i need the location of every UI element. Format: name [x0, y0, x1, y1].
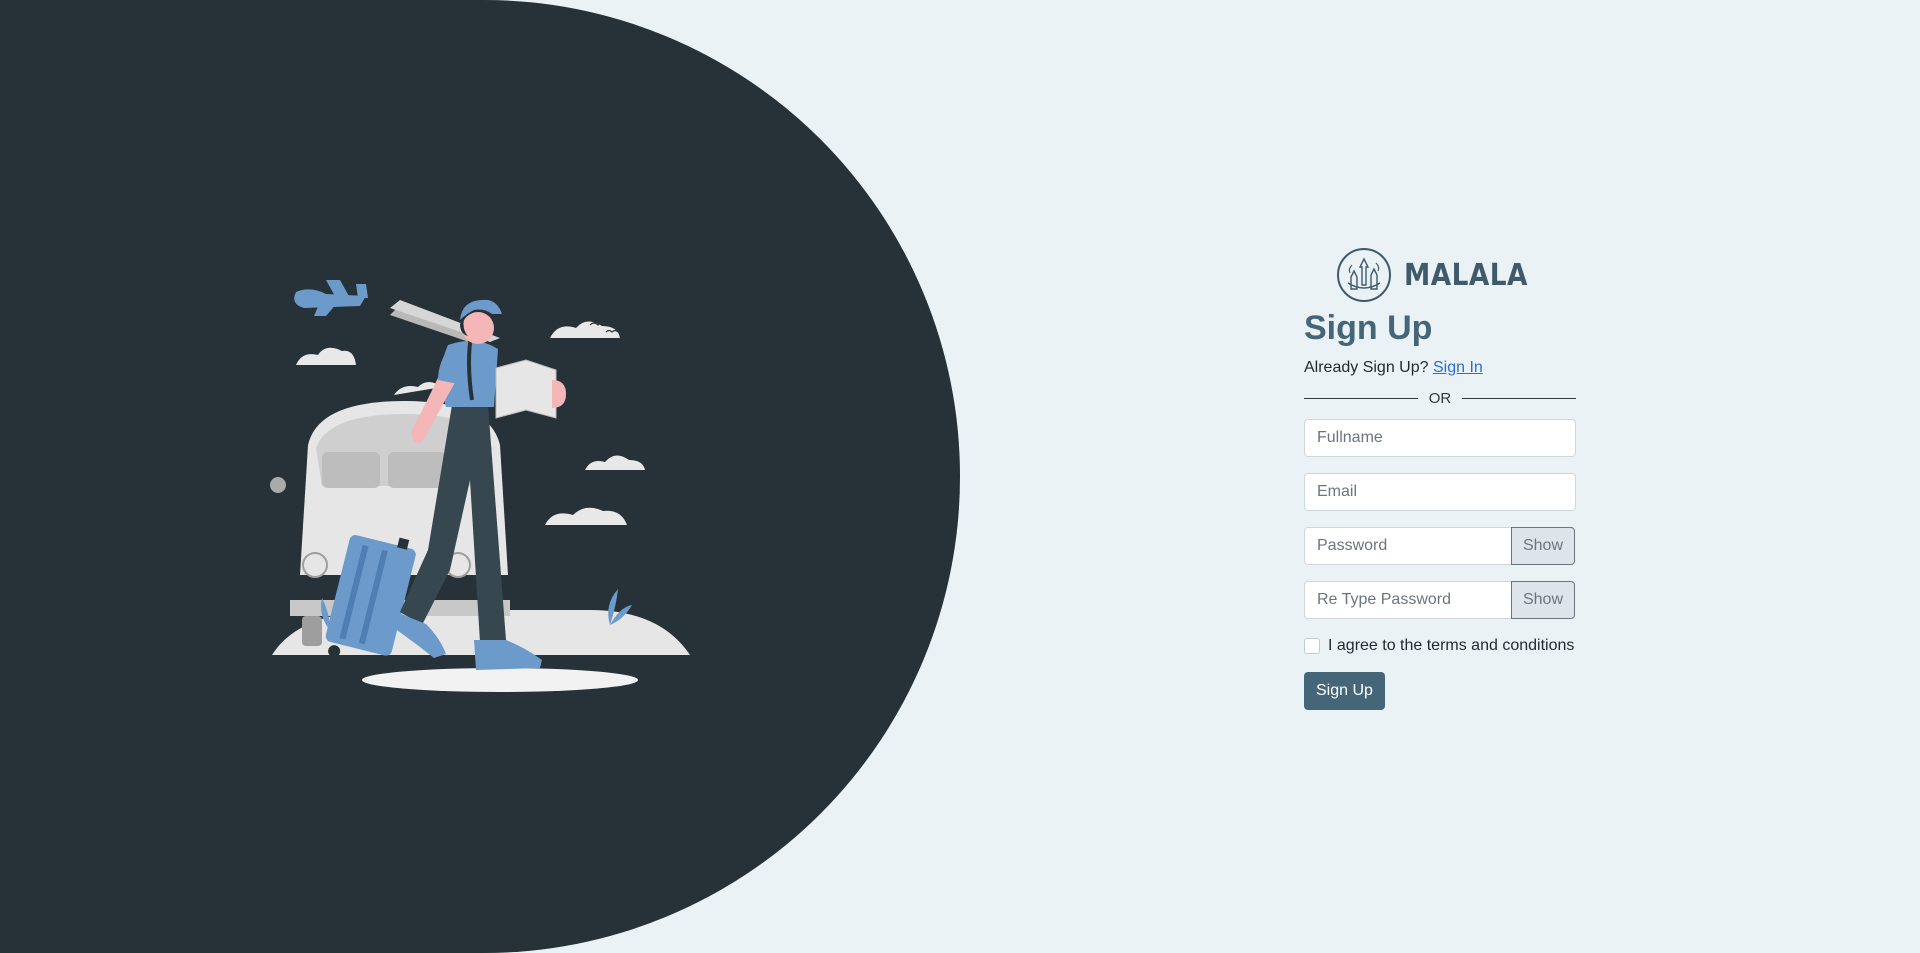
- signup-form: MALALA Sign Up Already Sign Up? Sign In …: [1304, 246, 1576, 710]
- email-input[interactable]: [1304, 473, 1576, 511]
- signup-page: MALALA Sign Up Already Sign Up? Sign In …: [0, 0, 1920, 953]
- signup-submit-button[interactable]: Sign Up: [1304, 672, 1385, 710]
- divider-line-left: [1304, 397, 1418, 399]
- illustration-panel: [0, 0, 960, 953]
- brand-name: MALALA: [1403, 257, 1528, 293]
- already-signup-text: Already Sign Up?: [1304, 359, 1429, 376]
- signin-prompt: Already Sign Up? Sign In: [1304, 358, 1576, 378]
- signin-link[interactable]: Sign In: [1433, 359, 1483, 376]
- password-field-group: Show: [1304, 527, 1576, 565]
- password-input[interactable]: [1304, 527, 1512, 565]
- fullname-input[interactable]: [1304, 419, 1576, 457]
- page-title: Sign Up: [1304, 309, 1433, 347]
- divider-or-text: OR: [1428, 389, 1452, 407]
- terms-label: I agree to the terms and conditions: [1328, 637, 1575, 654]
- divider-line-right: [1462, 397, 1576, 399]
- retype-password-field-group: Show: [1304, 581, 1576, 619]
- show-password-button[interactable]: Show: [1511, 527, 1575, 565]
- terms-row: I agree to the terms and conditions: [1304, 636, 1576, 656]
- show-retype-password-button[interactable]: Show: [1511, 581, 1575, 619]
- email-field-group: [1304, 473, 1576, 511]
- retype-password-input[interactable]: [1304, 581, 1512, 619]
- or-divider: OR: [1304, 389, 1576, 407]
- traveler-with-van-illustration: [270, 280, 690, 692]
- fullname-field-group: [1304, 419, 1576, 457]
- travel-landmarks-logo-icon: [1336, 248, 1391, 302]
- terms-checkbox[interactable]: [1304, 638, 1320, 654]
- brand: MALALA: [1304, 246, 1576, 304]
